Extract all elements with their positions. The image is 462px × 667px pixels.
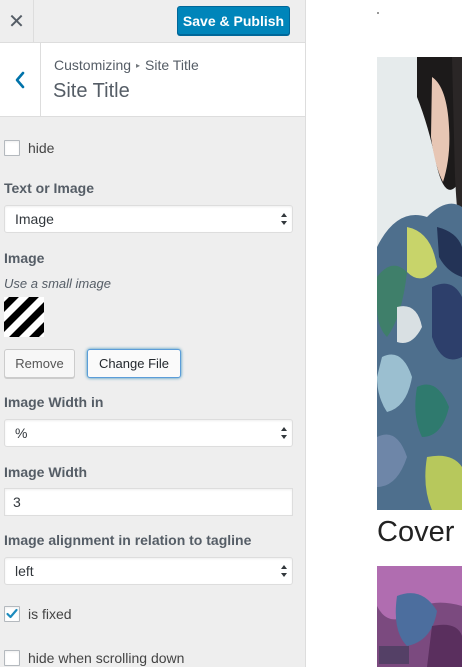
preview-hero-image (377, 57, 462, 510)
preview-site-title-mark (377, 12, 379, 14)
image-width-unit-value: % (15, 425, 28, 441)
back-button[interactable] (0, 43, 41, 116)
breadcrumb: Customizing ▸ Site Title (54, 57, 199, 73)
select-arrows-icon (281, 213, 287, 225)
image-width-input[interactable] (4, 488, 293, 516)
change-file-button[interactable]: Change File (87, 349, 181, 378)
site-preview: Cover (306, 0, 462, 667)
image-width-unit-select[interactable]: % (4, 419, 293, 447)
preview-thumbnail-image (377, 566, 462, 667)
section-header: Customizing ▸ Site Title Site Title (0, 43, 305, 117)
select-arrows-icon (281, 565, 287, 577)
alignment-heading: Image alignment in relation to tagline (4, 532, 252, 548)
image-width-unit-heading: Image Width in (4, 394, 104, 410)
customizer-header: ✕ Save & Publish (0, 0, 305, 43)
remove-image-button[interactable]: Remove (4, 349, 75, 378)
is-fixed-checkbox[interactable] (4, 606, 20, 622)
chevron-left-icon (15, 71, 25, 88)
image-description: Use a small image (4, 276, 111, 291)
breadcrumb-root: Customizing (54, 57, 132, 73)
close-icon: ✕ (8, 10, 25, 33)
save-publish-button[interactable]: Save & Publish (177, 6, 290, 35)
text-or-image-select[interactable]: Image (4, 205, 293, 233)
select-arrows-icon (281, 427, 287, 439)
breadcrumb-separator-icon: ▸ (136, 61, 141, 70)
hide-label: hide (28, 140, 55, 156)
breadcrumb-current: Site Title (145, 57, 199, 73)
is-fixed-label: is fixed (28, 606, 72, 622)
customizer-panel: ✕ Save & Publish Customizing ▸ Site Title … (0, 0, 306, 667)
hide-checkbox[interactable] (4, 140, 20, 156)
image-width-heading: Image Width (4, 464, 88, 480)
alignment-select[interactable]: left (4, 557, 293, 585)
close-customizer-button[interactable]: ✕ (0, 0, 34, 42)
checkmark-icon (6, 608, 18, 619)
alignment-value: left (15, 563, 34, 579)
image-thumbnail (4, 297, 44, 337)
hide-scrolling-checkbox[interactable] (4, 650, 20, 666)
text-or-image-value: Image (15, 211, 54, 227)
text-or-image-heading: Text or Image (4, 180, 94, 196)
section-title: Site Title (53, 80, 130, 102)
image-heading: Image (4, 250, 45, 266)
preview-cover-heading: Cover (377, 516, 455, 548)
hide-scrolling-label: hide when scrolling down (28, 650, 185, 666)
